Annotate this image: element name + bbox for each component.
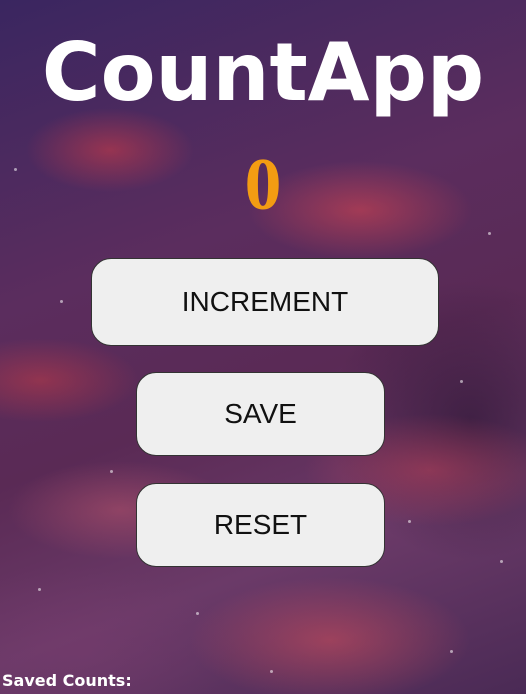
saved-counts-label: Saved Counts: [2, 671, 132, 690]
save-button[interactable]: SAVE [136, 372, 385, 456]
app-title: CountApp [41, 26, 485, 119]
increment-button[interactable]: INCREMENT [91, 258, 439, 346]
reset-button[interactable]: RESET [136, 483, 385, 567]
count-display: 0 [244, 144, 282, 226]
